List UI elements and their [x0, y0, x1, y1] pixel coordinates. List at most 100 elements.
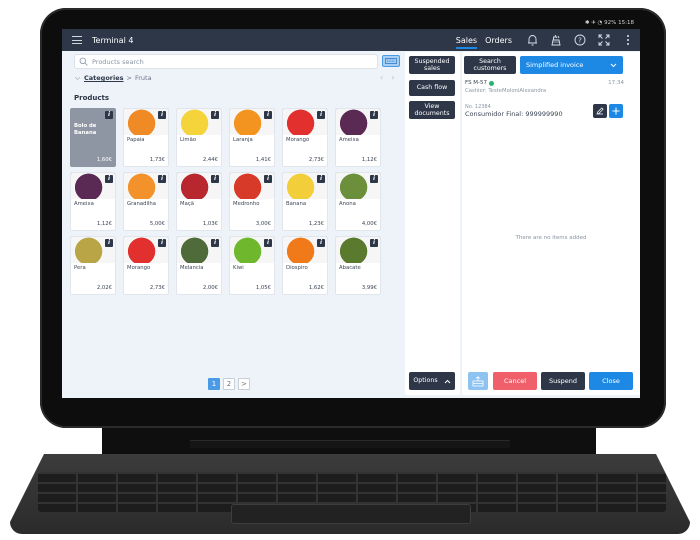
- hamburger-menu-icon[interactable]: [72, 36, 82, 44]
- product-info-icon[interactable]: i: [317, 111, 325, 119]
- status-indicators: ✱ ✈ ◔ 92%: [584, 20, 617, 26]
- hinge-slot: [190, 440, 510, 448]
- page-1-button[interactable]: 1: [208, 378, 220, 390]
- product-name: Abacate: [339, 265, 361, 271]
- document-number-line: FS M-57: [465, 80, 495, 86]
- product-price: 2,00€: [202, 285, 218, 291]
- tab-orders[interactable]: Orders: [485, 36, 512, 45]
- cash-drawer-icon: [472, 375, 484, 386]
- products-search-input[interactable]: Products search: [74, 54, 378, 69]
- product-price: 1,23€: [308, 221, 324, 227]
- next-category-arrow[interactable]: ›: [391, 73, 402, 82]
- edit-customer-button[interactable]: [593, 104, 607, 118]
- system-status-bar: ✱ ✈ ◔ 92% 15:18: [62, 18, 640, 29]
- product-price: 2,73€: [308, 157, 324, 163]
- product-info-icon[interactable]: i: [211, 111, 219, 119]
- product-card[interactable]: i Morango 2,73€: [282, 108, 328, 167]
- breadcrumb-categories[interactable]: Categories: [84, 74, 124, 82]
- app-bar: Terminal 4 Sales Orders ?: [62, 29, 640, 51]
- product-card[interactable]: i Kiwi 1,05€: [229, 236, 275, 295]
- product-info-icon[interactable]: i: [158, 175, 166, 183]
- product-name: Ameixa: [339, 137, 359, 143]
- suspended-sales-button[interactable]: Suspended sales: [409, 56, 455, 74]
- cash-register-icon[interactable]: [549, 33, 563, 47]
- suspend-button[interactable]: Suspend: [541, 372, 585, 390]
- close-button[interactable]: Close: [589, 372, 633, 390]
- search-icon: [79, 57, 88, 66]
- product-card[interactable]: i Bolo de Banana 1,60€: [70, 108, 116, 167]
- chevron-up-icon: [444, 379, 450, 383]
- product-info-icon[interactable]: i: [264, 239, 272, 247]
- product-info-icon[interactable]: i: [317, 239, 325, 247]
- product-info-icon[interactable]: i: [370, 239, 378, 247]
- product-name: Ameixa: [74, 201, 94, 207]
- breadcrumb-current: Fruta: [134, 74, 152, 82]
- product-name: Papaia: [127, 137, 145, 143]
- product-name: Morango: [286, 137, 310, 143]
- search-customers-button[interactable]: Search customers: [464, 56, 516, 74]
- product-card[interactable]: i Ameixa 1,12€: [335, 108, 381, 167]
- product-card[interactable]: i Banana 1,23€: [282, 172, 328, 231]
- product-info-icon[interactable]: i: [264, 111, 272, 119]
- product-info-icon[interactable]: i: [158, 239, 166, 247]
- tab-sales[interactable]: Sales: [455, 36, 478, 49]
- sale-document-panel: Search customers Simplified invoice FS M…: [462, 52, 640, 395]
- open-drawer-button[interactable]: [468, 372, 488, 390]
- cash-flow-button[interactable]: Cash flow: [409, 80, 455, 96]
- product-price: 2,73€: [149, 285, 165, 291]
- product-card[interactable]: i Abacate 3,99€: [335, 236, 381, 295]
- document-type-select[interactable]: Simplified invoice: [520, 56, 623, 74]
- product-card[interactable]: i Laranja 1,41€: [229, 108, 275, 167]
- page-2-button[interactable]: 2: [223, 378, 235, 390]
- product-card[interactable]: i Maçã 1,03€: [176, 172, 222, 231]
- product-info-icon[interactable]: i: [370, 111, 378, 119]
- product-info-icon[interactable]: i: [211, 175, 219, 183]
- product-name: Banana: [286, 201, 307, 207]
- product-info-icon[interactable]: i: [370, 175, 378, 183]
- more-vert-icon[interactable]: [621, 33, 635, 47]
- product-card[interactable]: i Morango 2,73€: [123, 236, 169, 295]
- virtual-keyboard-button[interactable]: [382, 55, 400, 67]
- product-price: 2,02€: [96, 285, 112, 291]
- product-name: Maçã: [180, 201, 194, 207]
- product-card[interactable]: i Ameixa 1,12€: [70, 172, 116, 231]
- svg-text:?: ?: [578, 37, 582, 45]
- product-info-icon[interactable]: i: [317, 175, 325, 183]
- bell-icon[interactable]: [525, 33, 539, 47]
- product-card[interactable]: i Medronho 3,00€: [229, 172, 275, 231]
- cancel-button[interactable]: Cancel: [493, 372, 537, 390]
- product-card[interactable]: i Melancia 2,00€: [176, 236, 222, 295]
- chevron-down-icon[interactable]: [74, 76, 81, 81]
- product-price: 1,03€: [202, 221, 218, 227]
- plus-icon: [612, 107, 620, 115]
- product-info-icon[interactable]: i: [158, 111, 166, 119]
- terminal-title: Terminal 4: [92, 35, 134, 45]
- product-info-icon[interactable]: i: [264, 175, 272, 183]
- fullscreen-icon[interactable]: [597, 33, 611, 47]
- customer-name: Consumidor Final: 999999990: [465, 110, 563, 118]
- product-card[interactable]: i Limão 2,44€: [176, 108, 222, 167]
- product-name: Kiwi: [233, 265, 244, 271]
- product-info-icon[interactable]: i: [211, 239, 219, 247]
- prev-category-arrow[interactable]: ‹: [380, 73, 391, 82]
- device-mockup: ✱ ✈ ◔ 92% 15:18 Terminal 4 Sales Orders …: [0, 0, 700, 540]
- empty-items-message: There are no items added: [515, 235, 587, 241]
- view-documents-button[interactable]: View documents: [409, 101, 455, 119]
- product-info-icon[interactable]: i: [105, 111, 113, 119]
- product-card[interactable]: i Diospiro 1,62€: [282, 236, 328, 295]
- help-icon[interactable]: ?: [573, 33, 587, 47]
- product-card[interactable]: i Pera 2,02€: [70, 236, 116, 295]
- next-page-button[interactable]: >: [238, 378, 250, 390]
- product-name: Limão: [180, 137, 197, 143]
- chevron-down-icon: [610, 63, 617, 67]
- breadcrumb: Categories > Fruta: [74, 74, 152, 82]
- product-info-icon[interactable]: i: [105, 175, 113, 183]
- options-button[interactable]: Options: [409, 372, 455, 390]
- product-card[interactable]: i Anona 4,00€: [335, 172, 381, 231]
- product-name: Morango: [127, 265, 151, 271]
- product-card[interactable]: i Papaia 1,73€: [123, 108, 169, 167]
- product-info-icon[interactable]: i: [105, 239, 113, 247]
- product-card[interactable]: i Granadilha 5,00€: [123, 172, 169, 231]
- add-customer-button[interactable]: [609, 104, 623, 118]
- product-price: 3,00€: [255, 221, 271, 227]
